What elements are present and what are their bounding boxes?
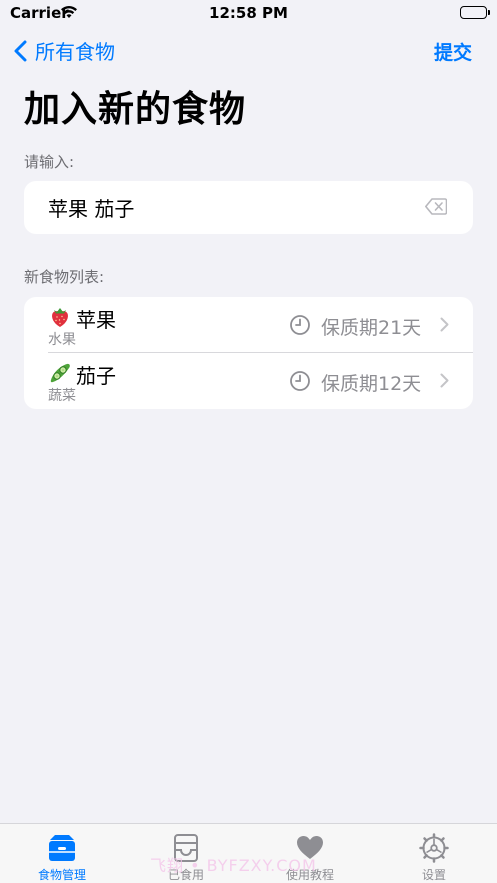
food-name: 苹果 [76, 308, 116, 332]
watermark: 飞翔 • BYFZXY.COM [150, 856, 317, 875]
chevron-right-icon [440, 373, 449, 392]
shelf-life: 保质期12天 [321, 373, 422, 395]
status-bar: Carrier 12:58 PM [0, 0, 497, 28]
clear-input-button[interactable] [425, 198, 448, 219]
cucumber-icon [48, 361, 72, 385]
back-button-label: 所有食物 [35, 40, 115, 64]
list-section-label: 新食物列表: [24, 268, 105, 286]
gear-icon [418, 832, 450, 864]
food-box-icon [46, 832, 78, 864]
tab-label: 食物管理 [37, 868, 86, 882]
food-category: 水果 [48, 332, 76, 348]
strawberry-icon [48, 305, 72, 329]
chevron-left-icon [14, 40, 27, 61]
tab-food-management[interactable]: 食物管理 [0, 824, 124, 883]
food-input[interactable] [48, 181, 428, 234]
clock-icon [289, 314, 311, 340]
input-section-label: 请输入: [24, 153, 75, 171]
list-item[interactable]: 苹果 水果 保质期21天 [24, 297, 473, 353]
chevron-right-icon [440, 317, 449, 336]
delete-left-icon [425, 198, 448, 215]
page-title: 加入新的食物 [24, 89, 247, 130]
status-time: 12:58 PM [209, 4, 288, 22]
battery-icon [460, 6, 490, 19]
tab-label: 设置 [421, 868, 446, 882]
clock-icon [289, 370, 311, 396]
submit-button[interactable]: 提交 [434, 38, 472, 65]
food-input-card [24, 181, 473, 234]
shelf-life: 保质期21天 [321, 317, 422, 339]
list-item[interactable]: 茄子 蔬菜 保质期12天 [24, 353, 473, 409]
food-category: 蔬菜 [48, 388, 76, 404]
food-name: 茄子 [76, 364, 116, 388]
tab-settings[interactable]: 设置 [372, 824, 496, 883]
back-button[interactable]: 所有食物 [14, 36, 115, 65]
new-food-list: 苹果 水果 保质期21天 茄子 蔬菜 保质期12天 [24, 297, 473, 409]
